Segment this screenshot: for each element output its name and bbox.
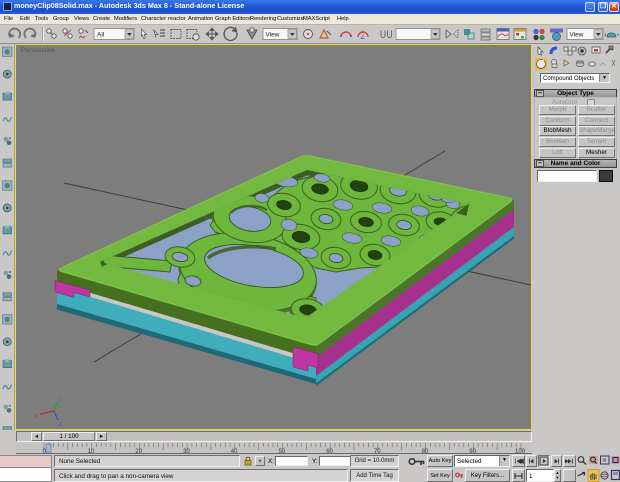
svg-text:90: 90	[469, 449, 476, 454]
svg-text:View: View	[266, 32, 280, 39]
svg-text:View: View	[570, 32, 584, 39]
svg-text:70: 70	[374, 449, 381, 454]
svg-text:All: All	[97, 32, 105, 39]
svg-text:y: y	[58, 397, 61, 403]
svg-text:50: 50	[279, 449, 286, 454]
svg-text:100: 100	[515, 449, 526, 454]
svg-text:40: 40	[231, 449, 238, 454]
svg-text:80: 80	[422, 449, 429, 454]
svg-text:∠: ∠	[360, 34, 365, 41]
svg-text:z: z	[59, 422, 62, 428]
svg-text:60: 60	[326, 449, 333, 454]
svg-text:10: 10	[88, 449, 95, 454]
svg-text:x: x	[34, 414, 37, 420]
svg-text:30: 30	[183, 449, 190, 454]
svg-text:20: 20	[135, 449, 142, 454]
